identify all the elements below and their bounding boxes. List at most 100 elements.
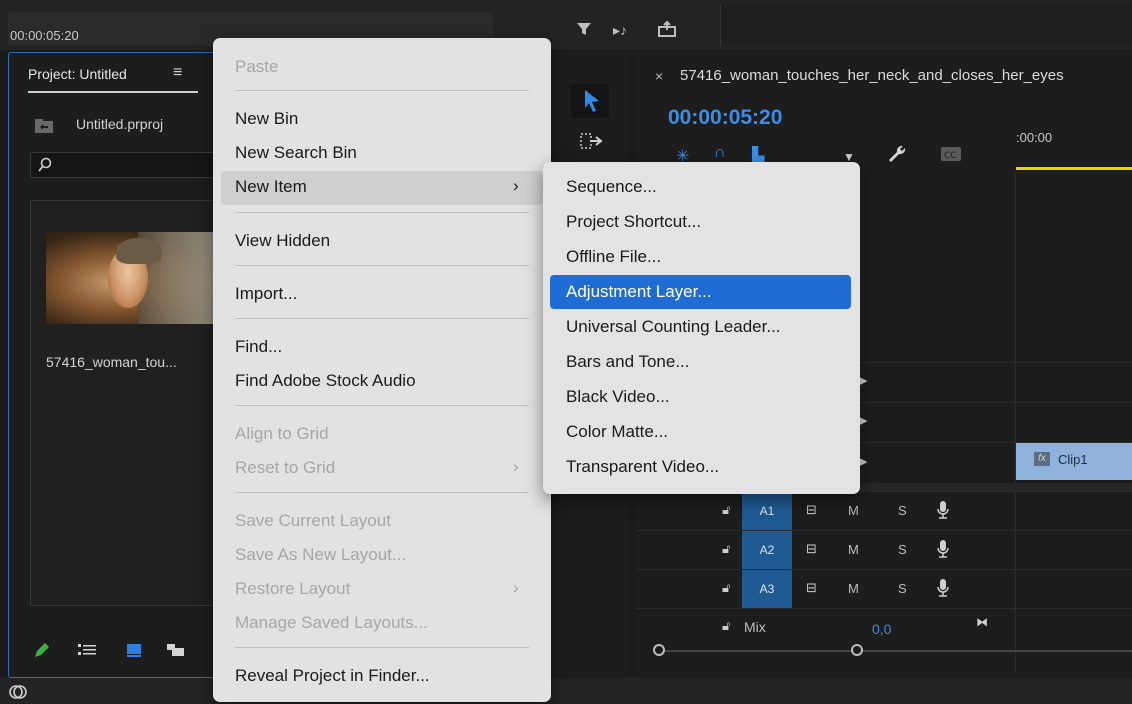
sequence-tab[interactable]: 57416_woman_touches_her_neck_and_closes_… — [680, 67, 1132, 84]
submenu-item-project-shortcut[interactable]: Project Shortcut... — [566, 212, 701, 232]
lock-icon[interactable]: 🔓︎ — [722, 502, 730, 518]
submenu-item-sequence[interactable]: Sequence... — [566, 177, 657, 197]
top-bar: 00:00:05:20 ▸♪ — [0, 0, 1132, 50]
submenu-item-transparent-video[interactable]: Transparent Video... — [566, 457, 719, 477]
menu-item-new-item[interactable]: New Item — [235, 177, 307, 197]
timeline-timecode[interactable]: 00:00:05:20 — [668, 106, 782, 130]
clip-name: Clip1 — [1058, 452, 1088, 467]
search-icon — [37, 157, 53, 178]
track-label[interactable]: A2 — [742, 531, 792, 570]
creative-cloud-icon[interactable] — [8, 683, 28, 704]
submenu-item-color-matte[interactable]: Color Matte... — [566, 422, 668, 442]
project-file-name: Untitled.prproj — [76, 116, 164, 132]
program-monitor-edge — [720, 4, 1132, 46]
menu-item-align-to-grid[interactable]: Align to Grid — [235, 424, 329, 444]
submenu-item-adjustment-layer[interactable]: Adjustment Layer... — [566, 282, 712, 302]
list-view-icon[interactable] — [78, 642, 96, 663]
menu-separator — [235, 405, 529, 406]
track-select-tool-icon[interactable] — [580, 132, 606, 157]
menu-separator — [235, 265, 529, 266]
microphone-icon[interactable] — [936, 578, 950, 603]
lock-icon[interactable]: 🔓︎ — [722, 618, 730, 634]
mix-label: Mix — [744, 619, 766, 635]
audio-play-icon[interactable]: ▸♪ — [613, 22, 627, 39]
menu-item-view-hidden[interactable]: View Hidden — [235, 231, 330, 251]
microphone-icon[interactable] — [936, 500, 950, 525]
track-label[interactable]: A1 — [742, 492, 792, 531]
project-tab-underline — [28, 91, 198, 93]
mute-button[interactable]: M — [848, 503, 859, 518]
zoom-scrollbar-track[interactable] — [660, 650, 1132, 652]
mute-button[interactable]: M — [848, 581, 859, 596]
solo-button[interactable]: S — [898, 503, 907, 518]
export-frame-icon[interactable] — [657, 20, 677, 43]
menu-separator — [235, 318, 529, 319]
work-area-bar[interactable] — [1016, 167, 1132, 170]
menu-item-new-bin[interactable]: New Bin — [235, 109, 298, 129]
project-tab-title[interactable]: Project: Untitled — [28, 66, 127, 82]
sync-lock-icon[interactable]: ⊟ — [806, 502, 817, 518]
microphone-icon[interactable] — [936, 539, 950, 564]
panel-menu-icon[interactable]: ≡ — [173, 64, 182, 82]
menu-item-reset-to-grid[interactable]: Reset to Grid — [235, 458, 335, 478]
linked-selection-icon[interactable]: ∩ — [714, 144, 726, 162]
submenu-item-bars-and-tone[interactable]: Bars and Tone... — [566, 352, 690, 372]
audio-track-a2: 🔓︎ A2 ⊟ M S — [636, 530, 1132, 570]
chevron-right-icon: › — [513, 176, 519, 195]
context-menu: Paste New Bin New Search Bin New Item › … — [213, 38, 551, 702]
menu-item-save-as-new-layout[interactable]: Save As New Layout... — [235, 545, 406, 565]
lock-icon[interactable]: 🔓︎ — [722, 541, 730, 557]
chevron-right-icon: › — [513, 578, 519, 597]
captions-icon[interactable]: CC — [940, 146, 962, 167]
mute-button[interactable]: M — [848, 542, 859, 557]
menu-item-paste[interactable]: Paste — [235, 57, 278, 77]
mix-track: 🔓︎ Mix 0,0 ⧓ — [636, 608, 1132, 642]
clip-thumbnail[interactable] — [46, 232, 214, 324]
track-visibility-icon[interactable]: ▶ — [859, 455, 867, 468]
menu-item-find[interactable]: Find... — [235, 337, 282, 357]
solo-button[interactable]: S — [898, 542, 907, 557]
ruler-start-time: :00:00 — [1016, 130, 1053, 145]
track-visibility-icon[interactable]: ▶ — [859, 374, 867, 387]
video-clip[interactable]: fx Clip1 — [1016, 443, 1132, 480]
scroll-handle-left[interactable] — [653, 644, 665, 656]
program-timecode[interactable]: 00:00:05:20 — [10, 28, 79, 43]
close-sequence-icon[interactable]: × — [655, 68, 663, 84]
audio-track-a1: 🔓︎ A1 ⊟ M S — [636, 491, 1132, 531]
submenu-item-universal-counting-leader[interactable]: Universal Counting Leader... — [566, 317, 781, 337]
scroll-handle-right[interactable] — [851, 644, 863, 656]
chevron-right-icon: › — [513, 457, 519, 476]
track-visibility-icon[interactable]: ▶ — [859, 414, 867, 427]
menu-separator — [235, 212, 529, 213]
solo-button[interactable]: S — [898, 581, 907, 596]
status-bar — [0, 678, 1132, 704]
mix-volume-value[interactable]: 0,0 — [872, 621, 891, 637]
submenu-item-offline-file[interactable]: Offline File... — [566, 247, 661, 267]
menu-item-find-adobe-stock-audio[interactable]: Find Adobe Stock Audio — [235, 371, 416, 391]
menu-item-import[interactable]: Import... — [235, 284, 297, 304]
new-item-submenu: Sequence... Project Shortcut... Offline … — [543, 162, 860, 494]
menu-item-manage-saved-layouts[interactable]: Manage Saved Layouts... — [235, 613, 428, 633]
menu-item-save-current-layout[interactable]: Save Current Layout — [235, 511, 391, 531]
menu-item-reveal-project-in-finder[interactable]: Reveal Project in Finder... — [235, 666, 430, 686]
go-to-in-out-icon[interactable]: ⧓ — [976, 615, 988, 629]
submenu-item-black-video[interactable]: Black Video... — [566, 387, 670, 407]
clip-label[interactable]: 57416_woman_tou... — [46, 354, 177, 370]
track-label[interactable]: A3 — [742, 570, 792, 609]
fx-badge-icon: fx — [1034, 452, 1050, 466]
sync-lock-icon[interactable]: ⊟ — [806, 580, 817, 596]
selection-arrow-icon — [585, 90, 599, 112]
lock-icon[interactable]: 🔓︎ — [722, 580, 730, 596]
freeform-view-icon[interactable] — [166, 642, 186, 663]
pencil-icon[interactable] — [32, 640, 52, 665]
icon-view-icon[interactable] — [126, 642, 142, 663]
menu-item-restore-layout[interactable]: Restore Layout — [235, 579, 350, 599]
wrench-icon[interactable] — [885, 142, 907, 169]
parent-folder-icon[interactable] — [34, 118, 54, 139]
sync-lock-icon[interactable]: ⊟ — [806, 541, 817, 557]
menu-item-new-search-bin[interactable]: New Search Bin — [235, 143, 357, 163]
filter-icon[interactable] — [575, 20, 593, 43]
selection-tool-button[interactable] — [571, 84, 609, 118]
project-search-input[interactable] — [30, 152, 220, 178]
svg-text:CC: CC — [944, 151, 957, 161]
